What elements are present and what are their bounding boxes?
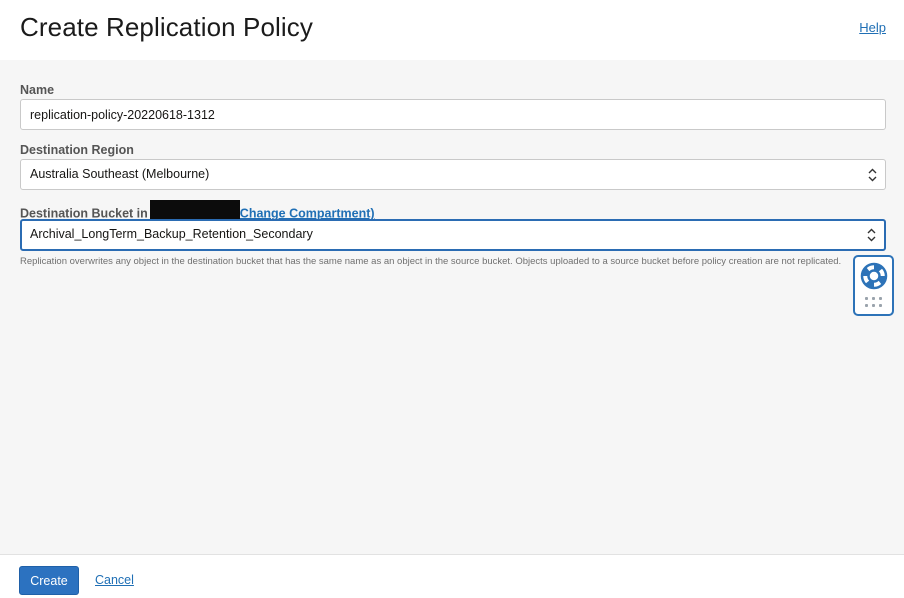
chevron-up-down-icon [868,168,877,182]
name-input[interactable] [20,99,886,130]
destination-bucket-select[interactable]: Archival_LongTerm_Backup_Retention_Secon… [20,219,886,251]
destination-region-label: Destination Region [20,143,134,157]
destination-region-select[interactable]: Australia Southeast (Melbourne) [20,159,886,190]
destination-bucket-helper-text: Replication overwrites any object in the… [20,256,842,267]
chevron-up-down-icon [867,228,876,242]
lifebuoy-icon [860,262,888,295]
help-assistant-widget[interactable] [853,255,894,316]
page-title: Create Replication Policy [20,12,313,42]
destination-bucket-value: Archival_LongTerm_Backup_Retention_Secon… [30,227,313,241]
cancel-button[interactable]: Cancel [95,573,134,587]
page-header: Create Replication Policy Help [0,0,904,60]
grip-dots-icon [865,297,883,309]
name-label: Name [20,83,55,97]
help-link[interactable]: Help [859,20,886,35]
dialog-footer: Create Cancel [0,554,904,598]
destination-region-value: Australia Southeast (Melbourne) [30,167,210,181]
create-button[interactable]: Create [19,566,79,595]
